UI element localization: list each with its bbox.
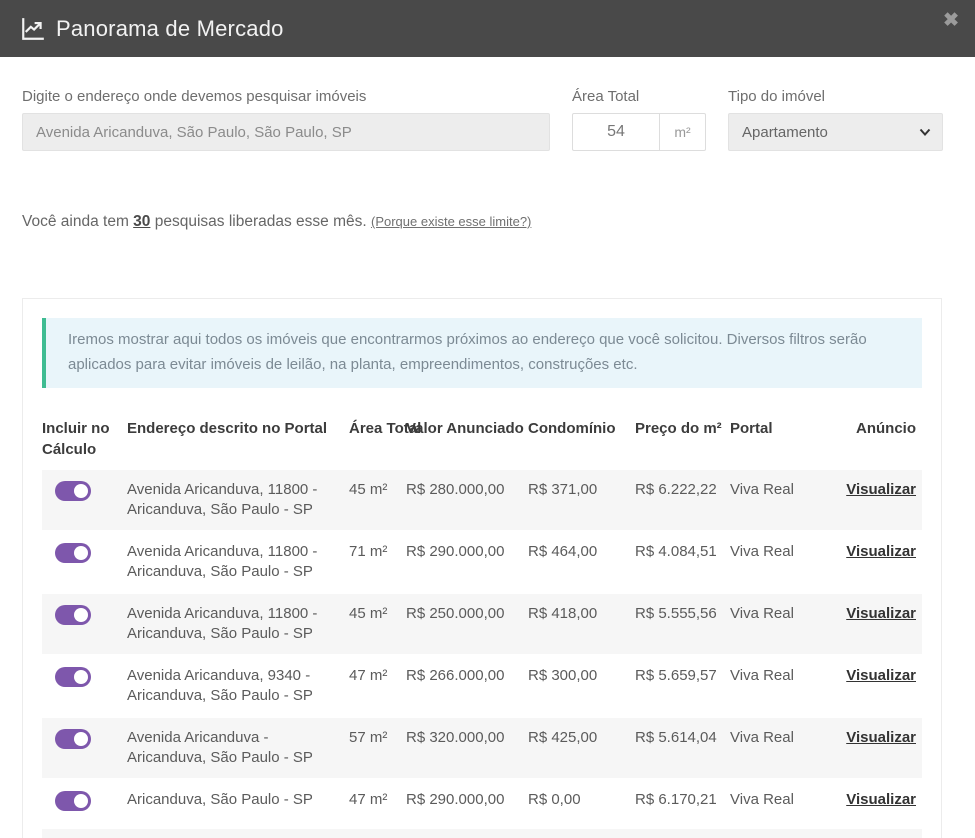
- page-title: Panorama de Mercado: [20, 16, 284, 42]
- view-listing-link[interactable]: Visualizar: [846, 729, 916, 746]
- cell-price: R$ 320.000,00: [406, 717, 528, 779]
- cell-condo: R$ 418,00: [528, 593, 635, 655]
- cell-price-m2: R$ 6.222,22: [635, 469, 730, 531]
- cell-condo: R$ 425,00: [528, 717, 635, 779]
- col-header-price-m2: Preço do m²: [635, 418, 730, 469]
- cell-condo: R$ 418,00: [528, 828, 635, 838]
- col-header-ad: Anúncio: [834, 418, 922, 469]
- view-listing-link[interactable]: Visualizar: [846, 543, 916, 560]
- include-toggle[interactable]: [55, 605, 91, 625]
- area-input[interactable]: [572, 113, 660, 151]
- quota-message: Você ainda tem 30 pesquisas liberadas es…: [22, 213, 953, 231]
- table-row: Avenida Aricanduva, 11800 - Aricanduva, …: [42, 469, 922, 531]
- cell-condo: R$ 0,00: [528, 779, 635, 828]
- view-listing-link[interactable]: Visualizar: [846, 481, 916, 498]
- results-table: Incluir no Cálculo Endereço descrito no …: [42, 418, 922, 838]
- cell-price-m2: R$ 4.084,51: [635, 531, 730, 593]
- area-label: Área Total: [572, 88, 706, 105]
- results-card: Iremos mostrar aqui todos os imóveis que…: [22, 298, 942, 838]
- cell-price: R$ 266.000,00: [406, 655, 528, 717]
- cell-price-m2: R$ 5.614,04: [635, 717, 730, 779]
- cell-area: 71 m²: [349, 531, 406, 593]
- cell-condo: R$ 464,00: [528, 531, 635, 593]
- cell-price: R$ 290.000,00: [406, 779, 528, 828]
- view-listing-link[interactable]: Visualizar: [846, 791, 916, 808]
- cell-portal: Viva Real: [730, 531, 834, 593]
- area-unit-addon: m²: [660, 113, 706, 151]
- col-header-address: Endereço descrito no Portal: [127, 418, 349, 469]
- include-toggle[interactable]: [55, 481, 91, 501]
- page-title-text: Panorama de Mercado: [56, 16, 284, 42]
- cell-condo: R$ 371,00: [528, 469, 635, 531]
- table-header-row: Incluir no Cálculo Endereço descrito no …: [42, 418, 922, 469]
- table-row: Avenida Aricanduva, 11800 - Aricanduva, …: [42, 828, 922, 838]
- col-header-area: Área Total: [349, 418, 406, 469]
- cell-portal: Viva Real: [730, 717, 834, 779]
- cell-portal: Viva Real: [730, 828, 834, 838]
- include-toggle[interactable]: [55, 791, 91, 811]
- quota-count: 30: [133, 213, 150, 230]
- include-toggle[interactable]: [55, 667, 91, 687]
- cell-portal: Viva Real: [730, 655, 834, 717]
- cell-price: R$ 280.000,00: [406, 469, 528, 531]
- cell-portal: Viva Real: [730, 779, 834, 828]
- quota-suffix: pesquisas liberadas esse mês.: [150, 213, 371, 230]
- view-listing-link[interactable]: Visualizar: [846, 605, 916, 622]
- cell-address: Avenida Aricanduva, 11800 - Aricanduva, …: [127, 593, 349, 655]
- cell-address: Avenida Aricanduva, 11800 - Aricanduva, …: [127, 531, 349, 593]
- cell-address: Avenida Aricanduva, 9340 - Aricanduva, S…: [127, 655, 349, 717]
- cell-area: 47 m²: [349, 828, 406, 838]
- cell-address: Aricanduva, São Paulo - SP: [127, 779, 349, 828]
- cell-price: R$ 290.000,00: [406, 531, 528, 593]
- cell-price: R$ 290.000,00: [406, 828, 528, 838]
- table-row: Avenida Aricanduva, 11800 - Aricanduva, …: [42, 593, 922, 655]
- cell-condo: R$ 300,00: [528, 655, 635, 717]
- cell-area: 57 m²: [349, 717, 406, 779]
- include-toggle[interactable]: [55, 543, 91, 563]
- close-icon[interactable]: ✖: [943, 11, 959, 30]
- view-listing-link[interactable]: Visualizar: [846, 667, 916, 684]
- cell-price: R$ 250.000,00: [406, 593, 528, 655]
- address-label: Digite o endereço onde devemos pesquisar…: [22, 88, 550, 105]
- search-form: Digite o endereço onde devemos pesquisar…: [0, 57, 975, 151]
- col-header-price: Valor Anunciado: [406, 418, 528, 469]
- cell-portal: Viva Real: [730, 593, 834, 655]
- table-row: Avenida Aricanduva, 9340 - Aricanduva, S…: [42, 655, 922, 717]
- include-toggle[interactable]: [55, 729, 91, 749]
- cell-address: Avenida Aricanduva, 11800 - Aricanduva, …: [127, 469, 349, 531]
- quota-limit-link[interactable]: (Porque existe esse limite?): [371, 214, 531, 229]
- cell-area: 47 m²: [349, 655, 406, 717]
- col-header-include: Incluir no Cálculo: [42, 418, 127, 469]
- cell-price-m2: R$ 6.170,21: [635, 779, 730, 828]
- cell-price-m2: R$ 5.555,56: [635, 593, 730, 655]
- cell-portal: Viva Real: [730, 469, 834, 531]
- table-row: Avenida Aricanduva - Aricanduva, São Pau…: [42, 717, 922, 779]
- col-header-portal: Portal: [730, 418, 834, 469]
- cell-address: Avenida Aricanduva, 11800 - Aricanduva, …: [127, 828, 349, 838]
- table-row: Avenida Aricanduva, 11800 - Aricanduva, …: [42, 531, 922, 593]
- info-box-text: Iremos mostrar aqui todos os imóveis que…: [68, 331, 867, 373]
- col-header-condo: Condomínio: [528, 418, 635, 469]
- cell-area: 45 m²: [349, 469, 406, 531]
- modal-header: Panorama de Mercado ✖: [0, 0, 975, 57]
- chart-line-icon: [20, 16, 46, 42]
- cell-price-m2: R$ 5.659,57: [635, 655, 730, 717]
- cell-address: Avenida Aricanduva - Aricanduva, São Pau…: [127, 717, 349, 779]
- quota-prefix: Você ainda tem: [22, 213, 133, 230]
- table-row: Aricanduva, São Paulo - SP 47 m² R$ 290.…: [42, 779, 922, 828]
- cell-area: 47 m²: [349, 779, 406, 828]
- info-box: Iremos mostrar aqui todos os imóveis que…: [42, 318, 922, 388]
- property-type-select[interactable]: Apartamento: [728, 113, 943, 151]
- property-type-label: Tipo do imóvel: [728, 88, 943, 105]
- cell-area: 45 m²: [349, 593, 406, 655]
- cell-price-m2: R$ 6.170,21: [635, 828, 730, 838]
- address-input[interactable]: [22, 113, 550, 151]
